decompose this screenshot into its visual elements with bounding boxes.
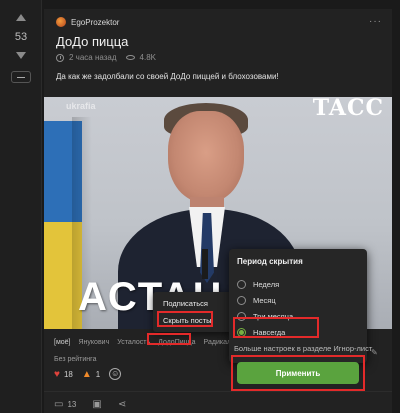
author-name[interactable]: EgoProzektor	[71, 18, 119, 27]
option-three-months[interactable]: Три месяца	[237, 308, 367, 324]
person-head	[168, 111, 244, 203]
reaction-count: 18	[63, 369, 73, 379]
downvote-arrow-icon[interactable]	[16, 52, 26, 59]
share-icon[interactable]: ⋖	[118, 399, 126, 410]
menu-item-hide-posts[interactable]: Скрыть посты	[153, 312, 233, 329]
radio-icon	[237, 279, 246, 289]
reaction-heart[interactable]: ♥ 18	[54, 369, 73, 380]
post-footer: ▭ 13 ▣ ⋖	[54, 399, 126, 410]
vote-score: 53	[14, 31, 28, 43]
menu-item-subscribe[interactable]: Подписаться	[153, 295, 233, 312]
edit-icon[interactable]: ✎	[371, 348, 378, 357]
watermark-tass: TACC	[312, 97, 384, 121]
option-forever[interactable]: Навсегда	[237, 324, 367, 340]
collapse-button[interactable]	[11, 71, 31, 83]
tag-item[interactable]: Усталость	[117, 339, 150, 346]
minus-icon	[17, 76, 25, 78]
post-time: 2 часа назад	[69, 53, 117, 62]
comments-count: 13	[67, 400, 77, 409]
vote-column: 53	[0, 0, 42, 413]
heart-icon: ♥	[54, 368, 60, 380]
fire-icon: ▲	[81, 368, 92, 380]
avatar[interactable]	[56, 17, 66, 27]
radio-icon	[237, 295, 246, 305]
upvote-arrow-icon[interactable]	[16, 14, 26, 21]
option-label: Навсегда	[253, 327, 286, 337]
option-label: Неделя	[253, 279, 280, 289]
add-reaction-icon[interactable]: ☺	[109, 368, 122, 380]
more-options-icon[interactable]: ···	[369, 16, 382, 27]
ignore-list-hint[interactable]: Больше настроек в разделе Игнор-лист	[234, 344, 372, 353]
tag-item[interactable]: ДодоПицца	[158, 339, 195, 346]
tag-list: [моё] Янукович Усталость ДодоПицца Радик…	[54, 339, 244, 346]
views-eye-icon	[125, 55, 135, 60]
post-context-menu: Подписаться Скрыть посты	[153, 292, 233, 332]
reaction-fire[interactable]: ▲ 1	[82, 369, 100, 380]
tag-item[interactable]: Янукович	[79, 339, 110, 346]
option-week[interactable]: Неделя	[237, 276, 367, 292]
apply-button[interactable]: Применить	[237, 362, 359, 384]
dropdown-title: Период скрытия	[237, 257, 303, 266]
option-label: Три месяца	[253, 311, 294, 321]
comment-icon: ▭	[54, 399, 64, 410]
post-meta: 2 часа назад 4.8K	[56, 53, 156, 62]
watermark-left: ukrafia	[66, 101, 96, 111]
reactions-row: ♥ 18 ▲ 1 ☺	[54, 368, 122, 380]
author-row: EgoProzektor	[56, 17, 119, 27]
post-text: Да как же задолбали со своей ДоДо пиццей…	[56, 72, 279, 81]
radio-icon	[237, 311, 246, 321]
tag-item[interactable]: [моё]	[54, 339, 71, 346]
comments-button[interactable]: ▭ 13	[54, 399, 76, 410]
rating-note: Без рейтинга	[54, 356, 97, 363]
radio-selected-icon	[237, 327, 246, 337]
reaction-count: 1	[95, 369, 101, 379]
divider	[44, 391, 392, 392]
clock-icon	[56, 53, 64, 62]
option-month[interactable]: Месяц	[237, 292, 367, 308]
post-title[interactable]: ДоДо пицца	[56, 34, 128, 49]
save-icon[interactable]: ▣	[92, 399, 101, 410]
option-label: Месяц	[253, 295, 276, 305]
post-views: 4.8K	[139, 53, 156, 62]
